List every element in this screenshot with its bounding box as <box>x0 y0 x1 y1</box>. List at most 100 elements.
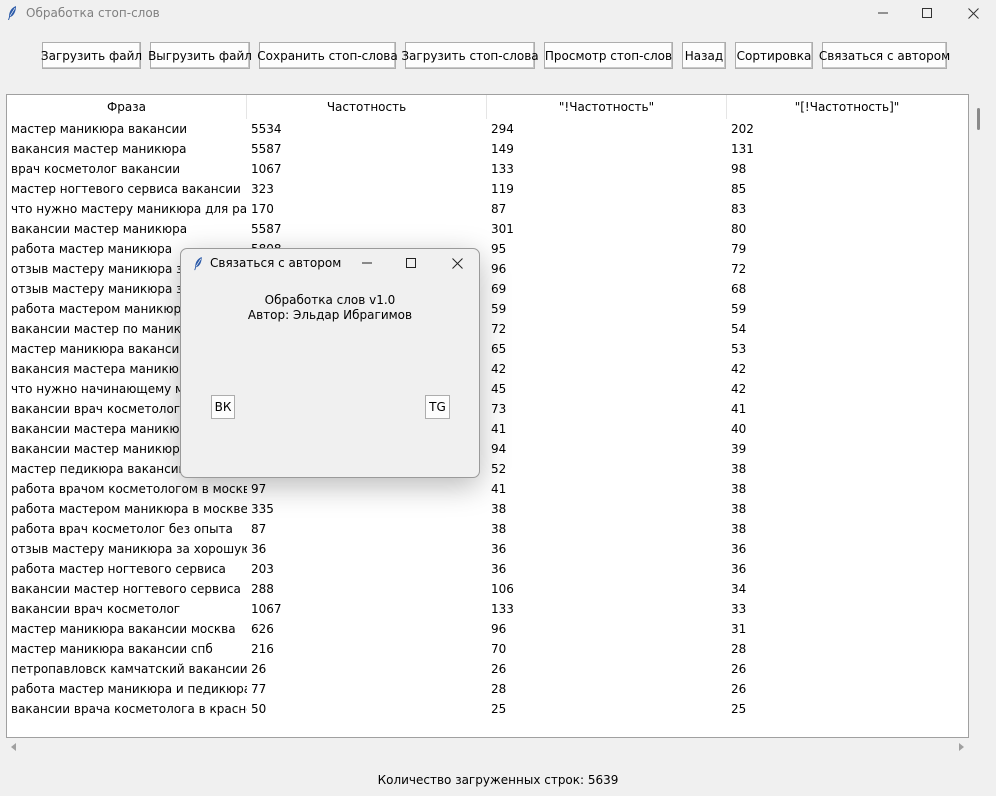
sort-button[interactable]: Сортировка <box>735 42 813 69</box>
minimize-icon <box>878 12 888 14</box>
vk-button[interactable]: ВК <box>211 395 235 419</box>
scroll-left-icon[interactable] <box>9 742 19 752</box>
feather-icon <box>194 256 202 271</box>
window-title: Обработка стоп-слов <box>26 6 160 20</box>
table-row[interactable]: отзыв мастеру маникюра за хорошую работу… <box>7 259 968 279</box>
cell-bracket-frequency: 33 <box>731 602 747 616</box>
table-row[interactable]: отзыв мастеру маникюра за хорошую работу… <box>7 539 968 559</box>
table-row[interactable]: работа мастер ногтевого сервиса 203 36 36 <box>7 559 968 579</box>
cell-frequency: 5587 <box>251 222 282 236</box>
tg-button[interactable]: TG <box>425 395 450 419</box>
cell-phrase: петропавловск камчатский вакансии врач <box>11 662 247 676</box>
column-header-frequency[interactable]: Частотность <box>247 95 487 119</box>
cell-exact-frequency: 25 <box>491 702 507 716</box>
table-row[interactable]: работа врачом косметологом в москве 97 41 3… <box>7 479 968 499</box>
results-table[interactable]: Фраза Частотность "!Частотность" "[!Част… <box>6 94 969 738</box>
dialog-title-bar: Связаться с автором <box>181 249 479 277</box>
back-button[interactable]: Назад <box>682 42 726 69</box>
cell-exact-frequency: 28 <box>491 682 507 696</box>
contact-author-button[interactable]: Связаться с автором <box>819 42 950 69</box>
vertical-scrollbar[interactable] <box>972 108 982 132</box>
table-row[interactable]: отзыв мастеру маникюра за хорошую 69 68 <box>7 279 968 299</box>
cell-bracket-frequency: 38 <box>731 462 747 476</box>
table-row[interactable]: вакансия мастер маникюра 5587 149 131 <box>7 139 968 159</box>
maximize-button[interactable] <box>904 0 950 26</box>
table-row[interactable]: врач косметолог вакансии 1067 133 98 <box>7 159 968 179</box>
cell-phrase: вакансии мастер ногтевого сервиса <box>11 582 241 596</box>
cell-exact-frequency: 133 <box>491 162 514 176</box>
cell-exact-frequency: 294 <box>491 122 514 136</box>
table-row[interactable]: вакансии врач косметолог москва 73 41 <box>7 399 968 419</box>
cell-exact-frequency: 72 <box>491 322 507 336</box>
export-file-button[interactable]: Выгрузить файл <box>148 42 252 69</box>
cell-exact-frequency: 87 <box>491 202 507 216</box>
feather-icon <box>8 6 16 20</box>
cell-frequency: 5534 <box>251 122 282 136</box>
table-row[interactable]: мастер ногтевого сервиса вакансии 323 119 8… <box>7 179 968 199</box>
cell-frequency: 77 <box>251 682 267 696</box>
cell-bracket-frequency: 202 <box>731 122 754 136</box>
table-row[interactable]: мастер маникюра вакансии 5534 294 202 <box>7 119 968 139</box>
cell-frequency: 288 <box>251 582 274 596</box>
cell-phrase: мастер маникюра вакансии <box>11 122 188 136</box>
cell-frequency: 170 <box>251 202 274 216</box>
maximize-icon <box>406 258 416 268</box>
column-header-bracket-frequency[interactable]: "[!Частотность]" <box>727 95 967 119</box>
table-row[interactable]: вакансия мастера маникюра 42 42 <box>7 359 968 379</box>
table-row[interactable]: что нужно мастеру маникюра для работы 170… <box>7 199 968 219</box>
cell-exact-frequency: 96 <box>491 622 507 636</box>
dialog-close-button[interactable] <box>435 249 479 277</box>
dialog-minimize-button[interactable] <box>345 249 389 277</box>
table-row[interactable]: вакансии врач косметолог 1067 133 33 <box>7 599 968 619</box>
table-row[interactable]: вакансии мастер ногтевого сервиса 288 106 3… <box>7 579 968 599</box>
table-row[interactable]: работа врач косметолог без опыта 87 38 38 <box>7 519 968 539</box>
save-stopwords-button[interactable]: Сохранить стоп-слова <box>257 42 398 69</box>
table-row[interactable]: вакансии мастер по маникюру 72 54 <box>7 319 968 339</box>
minimize-icon <box>362 262 372 264</box>
cell-bracket-frequency: 36 <box>731 562 747 576</box>
horizontal-scrollbar[interactable] <box>6 740 969 754</box>
cell-phrase: мастер маникюра вакансии москва <box>11 622 236 636</box>
table-row[interactable]: что нужно начинающему мастеру маникюра45… <box>7 379 968 399</box>
cell-bracket-frequency: 31 <box>731 622 747 636</box>
table-row[interactable]: вакансии мастер маникюра москва 94 39 <box>7 439 968 459</box>
cell-bracket-frequency: 36 <box>731 542 747 556</box>
cell-bracket-frequency: 28 <box>731 642 747 656</box>
table-row[interactable]: вакансии мастера маникюра 41 40 <box>7 419 968 439</box>
cell-bracket-frequency: 34 <box>731 582 747 596</box>
column-header-phrase[interactable]: Фраза <box>7 95 247 119</box>
cell-exact-frequency: 149 <box>491 142 514 156</box>
cell-bracket-frequency: 131 <box>731 142 754 156</box>
view-stopwords-button[interactable]: Просмотр стоп-слов <box>544 42 673 69</box>
close-button[interactable] <box>950 0 996 26</box>
table-row[interactable]: мастер педикюра вакансии 52 38 <box>7 459 968 479</box>
table-row[interactable]: работа мастером маникюра в москве 335 38 38 <box>7 499 968 519</box>
table-row[interactable]: вакансии мастер маникюра 5587 301 80 <box>7 219 968 239</box>
cell-frequency: 323 <box>251 182 274 196</box>
cell-frequency: 335 <box>251 502 274 516</box>
dialog-maximize-button[interactable] <box>389 249 433 277</box>
table-row[interactable]: мастер маникюра вакансии спб 216 70 28 <box>7 639 968 659</box>
close-icon <box>967 7 979 19</box>
column-header-exact-frequency[interactable]: "!Частотность" <box>487 95 727 119</box>
cell-bracket-frequency: 38 <box>731 522 747 536</box>
scrollbar-thumb[interactable] <box>977 108 980 130</box>
table-row[interactable]: петропавловск камчатский вакансии врач 26… <box>7 659 968 679</box>
cell-bracket-frequency: 39 <box>731 442 747 456</box>
table-row[interactable]: мастер маникюра вакансии в москве 65 53 <box>7 339 968 359</box>
load-stopwords-button[interactable]: Загрузить стоп-слова <box>401 42 539 69</box>
table-body: мастер маникюра вакансии 5534 294 202 ваканс… <box>7 119 968 719</box>
table-row[interactable]: вакансии врача косметолога в краснодаре 5… <box>7 699 968 719</box>
table-row[interactable]: мастер маникюра вакансии москва 626 96 31 <box>7 619 968 639</box>
cell-bracket-frequency: 59 <box>731 302 747 316</box>
load-file-button[interactable]: Загрузить файл <box>41 42 142 69</box>
table-row[interactable]: работа мастер маникюра и педикюра в моск… <box>7 679 968 699</box>
scroll-right-icon[interactable] <box>956 742 966 752</box>
cell-frequency: 50 <box>251 702 267 716</box>
close-icon <box>451 257 463 269</box>
cell-exact-frequency: 133 <box>491 602 514 616</box>
table-row[interactable]: работа мастером маникюра 59 59 <box>7 299 968 319</box>
cell-frequency: 626 <box>251 622 274 636</box>
minimize-button[interactable] <box>860 0 906 26</box>
table-row[interactable]: работа мастер маникюра58089579 <box>7 239 968 259</box>
